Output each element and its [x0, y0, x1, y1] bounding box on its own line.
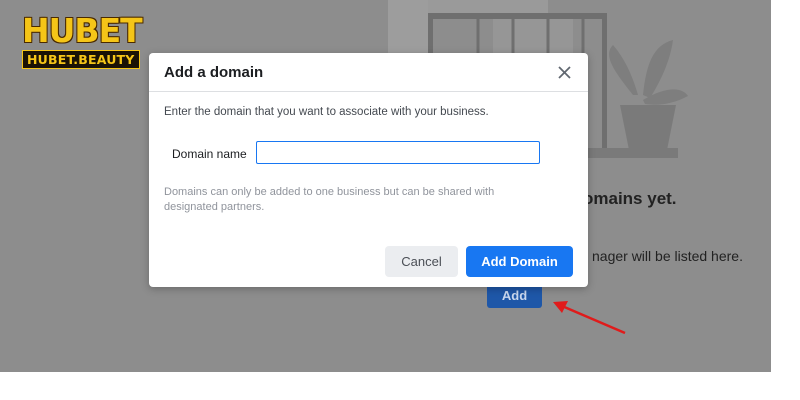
domain-name-label: Domain name — [172, 147, 247, 161]
dialog-instruction: Enter the domain that you want to associ… — [164, 106, 489, 118]
domain-sharing-hint: Domains can only be added to one busines… — [164, 186, 495, 213]
dialog-title: Add a domain — [164, 64, 264, 81]
add-domain-button[interactable]: Add Domain — [466, 246, 573, 277]
add-domain-dialog: Add a domain Enter the domain that you w… — [149, 53, 588, 287]
dialog-divider — [149, 91, 588, 92]
empty-state-heading: omains yet. — [583, 189, 677, 208]
logo-wordmark: HUBET — [22, 11, 143, 50]
close-icon[interactable] — [556, 64, 573, 81]
cancel-button[interactable]: Cancel — [385, 246, 458, 277]
annotation-arrow-icon — [553, 301, 626, 335]
empty-state-description: nager will be listed here. — [592, 248, 743, 264]
logo-subtitle: HUBET.BEAUTY — [22, 50, 140, 69]
domain-name-input[interactable] — [256, 141, 540, 164]
watermark-logo: HUBET HUBET.BEAUTY — [22, 14, 154, 70]
